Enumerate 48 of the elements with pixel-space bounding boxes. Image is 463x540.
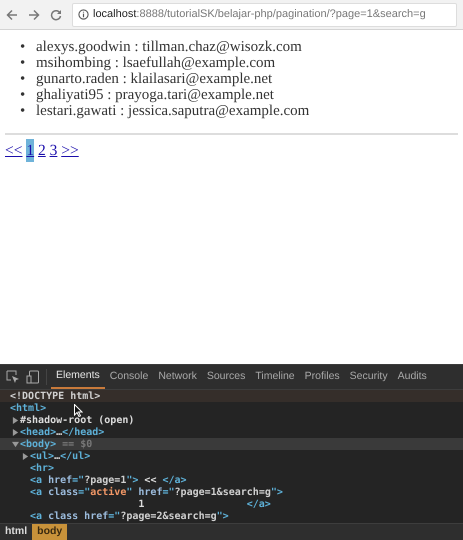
breadcrumb[interactable]: html — [0, 524, 32, 540]
info-icon[interactable] — [78, 9, 89, 20]
user-entry: ghaliyati95 : prayoga.tari@example.net — [36, 87, 274, 103]
dom-node-line[interactable]: <hr> — [30, 460, 54, 476]
user-entry: msihombing : lsaefullah@example.com — [36, 55, 276, 71]
dom-node-line[interactable]: <ul>…</ul> — [30, 448, 90, 464]
page-link[interactable]: << — [5, 139, 22, 162]
dom-node-line[interactable]: 1 </a> — [30, 496, 271, 512]
devtools-tab[interactable]: Security — [344, 365, 393, 389]
breadcrumb[interactable]: body — [32, 524, 68, 540]
inspect-icon[interactable] — [6, 370, 20, 384]
user-entry: gunarto.raden : klailasari@example.net — [36, 71, 272, 87]
dom-node-line[interactable]: <a class="active" href="?page=1&search=g"> — [30, 484, 283, 500]
page-link[interactable]: >> — [61, 139, 79, 162]
bullet: • — [20, 103, 26, 119]
forward-icon[interactable] — [28, 8, 40, 20]
bullet: • — [20, 87, 26, 103]
devtools-tab[interactable]: Network — [153, 365, 202, 389]
user-entry: lestari.gawati : jessica.saputra@example.com — [36, 103, 310, 119]
collapsed-arrow-icon[interactable] — [12, 428, 19, 436]
dom-node-line[interactable]: <!DOCTYPE html> — [10, 390, 100, 404]
page-link[interactable]: 1 — [26, 139, 34, 162]
user-entry: alexys.goodwin : tillman.chaz@wisozk.com — [36, 39, 302, 55]
reload-icon[interactable] — [50, 8, 62, 20]
dom-node-line[interactable]: <body> == $0 — [20, 436, 92, 452]
devtools-tab[interactable]: Console — [104, 365, 154, 389]
back-icon[interactable] — [6, 8, 18, 20]
dom-node-line[interactable]: <a href="?page=1"> << </a> — [30, 472, 187, 488]
bullet: • — [20, 55, 26, 71]
device-icon[interactable] — [26, 370, 40, 384]
dom-node-line[interactable]: <html> — [10, 400, 46, 416]
bullet: • — [20, 71, 26, 87]
page-link[interactable]: 2 — [38, 139, 46, 162]
devtools-tab[interactable]: Audits — [392, 365, 432, 389]
collapsed-arrow-icon[interactable] — [12, 416, 19, 424]
dom-node-line[interactable]: #shadow-root (open) — [20, 412, 134, 428]
mouse-cursor-icon — [74, 404, 83, 417]
devtools-tab[interactable]: Profiles — [300, 365, 345, 389]
url-text: localhost:8888/tutorialSK/belajar-php/pagination/?page=1&search=g — [93, 7, 426, 22]
dom-node-line[interactable]: <head>…</head> — [20, 424, 104, 440]
devtools-tab[interactable]: Timeline — [250, 365, 300, 389]
expanded-arrow-icon[interactable] — [12, 440, 19, 448]
devtools-tab[interactable]: Sources — [202, 365, 250, 389]
page-link[interactable]: 3 — [50, 139, 58, 162]
dom-node-line[interactable]: <a class href="?page=2&search=g"> — [30, 508, 229, 523]
bullet: • — [20, 39, 26, 55]
collapsed-arrow-icon[interactable] — [22, 452, 29, 460]
address-bar[interactable]: localhost:8888/tutorialSK/belajar-php/pagination/?page=1&search=g — [72, 2, 457, 26]
